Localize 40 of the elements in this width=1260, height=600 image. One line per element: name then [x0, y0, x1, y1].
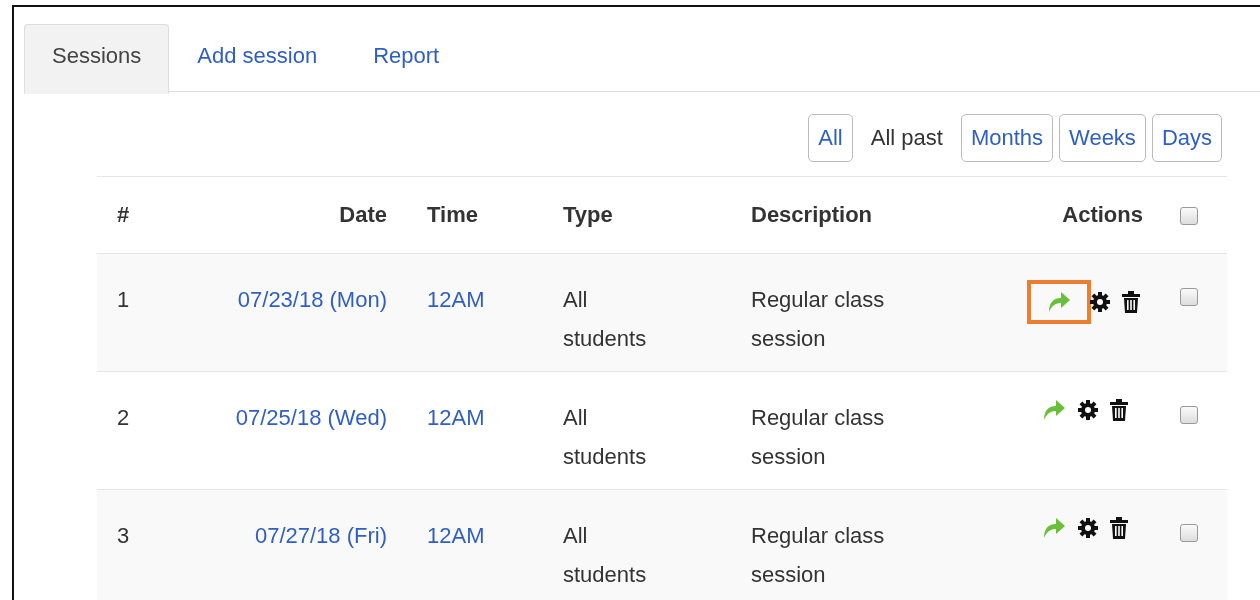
filter-button[interactable]: Months	[960, 114, 1054, 162]
filter-button[interactable]: All	[808, 114, 853, 162]
row-number: 3	[117, 522, 131, 550]
time-link[interactable]: 12AM	[427, 516, 485, 555]
time-link[interactable]: 12AM	[427, 398, 485, 437]
arrow-icon[interactable]	[1041, 398, 1067, 422]
column-header: Type	[563, 202, 613, 227]
column-header: Actions	[1062, 202, 1143, 227]
trash-icon[interactable]	[1109, 399, 1129, 421]
checkbox[interactable]	[1180, 288, 1198, 306]
checkbox[interactable]	[1180, 207, 1198, 226]
filter-label: All past	[869, 124, 944, 152]
table-cell-text: Regular class session	[751, 404, 886, 471]
table-cell-text: All students	[563, 286, 648, 353]
trash-icon[interactable]	[1109, 517, 1129, 539]
settings-icon[interactable]	[1089, 291, 1111, 313]
row-number: 1	[117, 286, 131, 314]
time-link[interactable]: 12AM	[427, 280, 485, 319]
filter-button[interactable]: Weeks	[1059, 114, 1146, 162]
row-number: 2	[117, 404, 131, 432]
filter-button[interactable]: Days	[1151, 114, 1222, 162]
table-cell-text: Regular class session	[751, 286, 886, 353]
checkbox[interactable]	[1180, 524, 1198, 542]
settings-icon[interactable]	[1077, 399, 1099, 421]
arrow-icon[interactable]	[1046, 290, 1072, 314]
column-header: Time	[427, 202, 478, 227]
trash-icon[interactable]	[1121, 291, 1141, 313]
checkbox[interactable]	[1180, 406, 1198, 424]
column-header: Description	[751, 202, 873, 227]
table-cell-text: All students	[563, 522, 648, 589]
tab[interactable]: Add session	[169, 24, 346, 93]
arrow-icon[interactable]	[1041, 516, 1067, 540]
date-link[interactable]: 07/25/18 (Wed)	[235, 398, 387, 437]
column-header: #	[117, 202, 130, 227]
tab[interactable]: Sessions	[24, 24, 170, 94]
column-header: Date	[339, 202, 387, 227]
table-cell-text: All students	[563, 404, 648, 471]
settings-icon[interactable]	[1077, 517, 1099, 539]
table-cell-text: Regular class session	[751, 522, 886, 589]
tab[interactable]: Report	[345, 24, 468, 93]
